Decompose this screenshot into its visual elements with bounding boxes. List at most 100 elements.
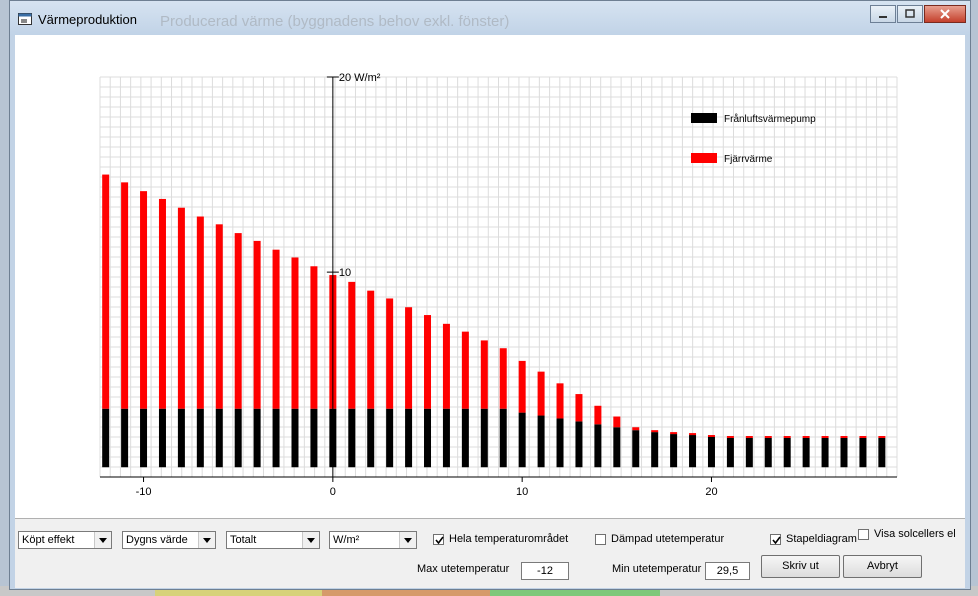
bar-franluft bbox=[575, 421, 583, 468]
bar-franluft bbox=[537, 415, 545, 468]
bar-fjarrvarme bbox=[272, 249, 280, 409]
bar-fjarrvarme bbox=[215, 224, 223, 409]
bar-franluft bbox=[177, 408, 185, 468]
bar-franluft bbox=[310, 408, 318, 468]
title-bar[interactable]: Värmeproduktion Producerad värme (byggna… bbox=[10, 1, 970, 35]
print-button[interactable]: Skriv ut bbox=[761, 555, 840, 578]
bar-franluft bbox=[802, 437, 810, 468]
y-tick-label: 20 W/m² bbox=[339, 72, 381, 84]
bar-fjarrvarme bbox=[878, 436, 886, 438]
bar-fjarrvarme bbox=[726, 436, 734, 438]
close-button[interactable] bbox=[924, 5, 966, 23]
select-unit[interactable]: W/m² bbox=[329, 531, 417, 549]
checkbox-stapeldiagram-label: Stapeldiagram bbox=[786, 533, 857, 545]
bar-fjarrvarme bbox=[764, 436, 772, 438]
bar-fjarrvarme bbox=[802, 436, 810, 438]
bar-fjarrvarme bbox=[783, 436, 791, 438]
bar-franluft bbox=[726, 437, 734, 468]
chevron-down-icon bbox=[198, 532, 215, 548]
bar-franluft bbox=[764, 437, 772, 468]
bar-fjarrvarme bbox=[651, 430, 659, 433]
window-app-icon bbox=[18, 12, 32, 25]
bar-franluft bbox=[253, 408, 261, 468]
bar-franluft bbox=[689, 435, 697, 468]
bar-fjarrvarme bbox=[556, 383, 564, 419]
bar-fjarrvarme bbox=[348, 281, 356, 409]
bar-fjarrvarme bbox=[594, 405, 602, 425]
bar-fjarrvarme bbox=[291, 257, 299, 409]
bar-fjarrvarme bbox=[140, 191, 148, 409]
bar-franluft bbox=[859, 437, 867, 468]
controls-panel: Köpt effekt Dygns värde Totalt W/m² Hela… bbox=[15, 518, 965, 588]
select-time-resolution-value: Dygns värde bbox=[126, 534, 188, 546]
bar-franluft bbox=[367, 408, 375, 468]
bar-fjarrvarme bbox=[121, 182, 129, 409]
background-window-title: Producerad värme (byggnadens behov exkl.… bbox=[160, 13, 510, 30]
bar-franluft bbox=[480, 408, 488, 468]
chevron-down-icon bbox=[399, 532, 416, 548]
bar-fjarrvarme bbox=[518, 360, 526, 413]
x-tick-label: 0 bbox=[330, 486, 336, 498]
checkbox-visa-solcellers-label: Visa solcellers el bbox=[874, 528, 956, 540]
bar-fjarrvarme bbox=[575, 394, 583, 422]
bar-franluft bbox=[234, 408, 242, 468]
bar-fjarrvarme bbox=[234, 233, 242, 409]
bar-franluft bbox=[386, 408, 394, 468]
select-aggregation-value: Totalt bbox=[230, 534, 257, 546]
bar-fjarrvarme bbox=[689, 433, 697, 436]
bar-franluft bbox=[878, 437, 886, 468]
bar-franluft bbox=[783, 437, 791, 468]
bar-fjarrvarme bbox=[707, 435, 715, 437]
bar-fjarrvarme bbox=[367, 290, 375, 409]
bar-fjarrvarme bbox=[196, 216, 204, 409]
chevron-down-icon bbox=[94, 532, 111, 548]
max-utetemperatur-field[interactable]: -12 bbox=[521, 562, 569, 580]
bar-fjarrvarme bbox=[480, 340, 488, 409]
bar-franluft bbox=[196, 408, 204, 468]
bar-fjarrvarme bbox=[632, 427, 640, 431]
bar-fjarrvarme bbox=[821, 436, 829, 438]
min-utetemperatur-field[interactable]: 29,5 bbox=[705, 562, 750, 580]
checkbox-hela-temperaturomradet[interactable] bbox=[433, 534, 444, 545]
x-tick-label: -10 bbox=[136, 486, 152, 498]
max-utetemperatur-label: Max utetemperatur bbox=[417, 563, 510, 575]
bar-franluft bbox=[840, 437, 848, 468]
legend-swatch bbox=[691, 113, 717, 123]
bar-fjarrvarme bbox=[424, 315, 432, 409]
select-unit-value: W/m² bbox=[333, 534, 360, 546]
close-icon bbox=[940, 9, 950, 19]
bar-fjarrvarme bbox=[461, 331, 469, 409]
select-power-type[interactable]: Köpt effekt bbox=[18, 531, 112, 549]
maximize-button[interactable] bbox=[897, 5, 923, 23]
x-tick-label: 20 bbox=[705, 486, 717, 498]
checkbox-visa-solcellers-el[interactable] bbox=[858, 529, 869, 540]
minimize-button[interactable] bbox=[870, 5, 896, 23]
legend-swatch bbox=[691, 153, 717, 163]
legend-label: Fjärrvärme bbox=[724, 154, 773, 165]
window-title: Värmeproduktion bbox=[38, 12, 137, 27]
bar-fjarrvarme bbox=[405, 307, 413, 409]
bar-fjarrvarme bbox=[840, 436, 848, 438]
bar-franluft bbox=[745, 437, 753, 468]
bar-fjarrvarme bbox=[158, 198, 166, 409]
varmeproduktion-window: Värmeproduktion Producerad värme (byggna… bbox=[9, 0, 971, 590]
select-aggregation[interactable]: Totalt bbox=[226, 531, 320, 549]
checkbox-stapeldiagram[interactable] bbox=[770, 534, 781, 545]
select-time-resolution[interactable]: Dygns värde bbox=[122, 531, 216, 549]
legend-label: Frånluftsvärmepump bbox=[724, 113, 816, 125]
bar-fjarrvarme bbox=[310, 266, 318, 409]
min-utetemperatur-label: Min utetemperatur bbox=[612, 563, 702, 575]
minimize-icon bbox=[879, 16, 887, 18]
bar-franluft bbox=[632, 430, 640, 468]
bar-franluft bbox=[272, 408, 280, 468]
bar-franluft bbox=[215, 408, 223, 468]
checkbox-dampad-utetemperatur[interactable] bbox=[595, 534, 606, 545]
bar-franluft bbox=[518, 412, 526, 468]
bar-fjarrvarme bbox=[386, 298, 394, 409]
bar-franluft bbox=[821, 437, 829, 468]
bar-franluft bbox=[613, 427, 621, 468]
bar-franluft bbox=[594, 424, 602, 468]
bar-fjarrvarme bbox=[253, 240, 261, 409]
cancel-button[interactable]: Avbryt bbox=[843, 555, 922, 578]
heat-production-chart: -10 0 10 20 10 20 W/m² Frånluftsvärmepump Fjärr… bbox=[99, 72, 898, 498]
